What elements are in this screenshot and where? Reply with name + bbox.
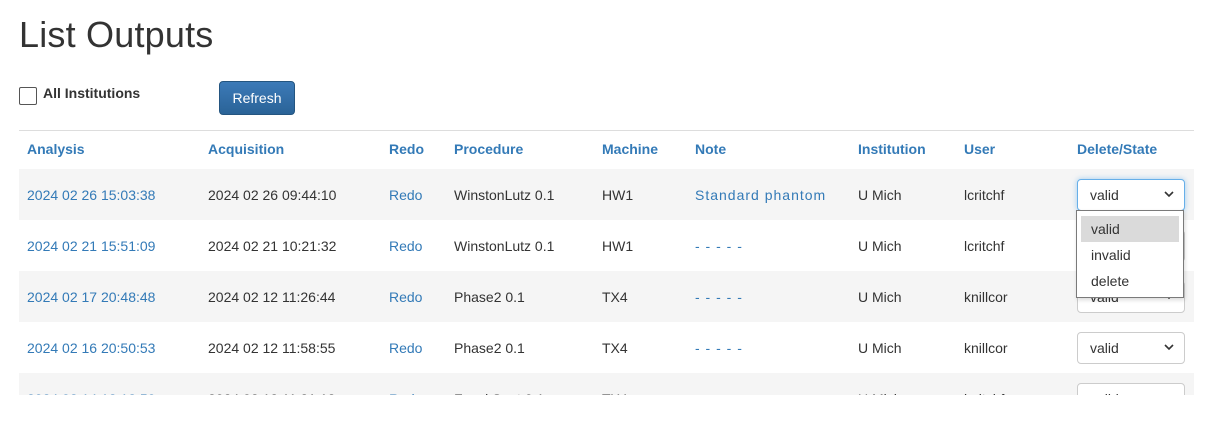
redo-link[interactable]: Redo [389, 340, 422, 356]
analysis-link[interactable]: 2024 02 17 20:48:48 [27, 289, 155, 305]
analysis-link[interactable]: 2024 02 16 20:50:53 [27, 340, 155, 356]
acquisition-time: 2024 02 12 11:31:18 [208, 391, 335, 396]
table-row: 2024 02 17 20:48:48 2024 02 12 11:26:44 Re… [19, 271, 1194, 322]
acquisition-time: 2024 02 21 10:21:32 [208, 237, 337, 254]
user-name: lcritchf [964, 391, 1004, 396]
note-link[interactable]: - - - - - [695, 391, 743, 396]
state-select-value: valid [1090, 339, 1119, 356]
header-institution[interactable]: Institution [850, 131, 956, 169]
procedure-name: WinstonLutz 0.1 [454, 186, 555, 203]
procedure-name: Focal Spot 0.1 [454, 391, 544, 396]
machine-name: TX4 [602, 288, 628, 305]
analysis-link[interactable]: 2024 02 26 15:03:38 [27, 187, 155, 203]
refresh-button[interactable]: Refresh [219, 81, 295, 115]
acquisition-time: 2024 02 26 09:44:10 [208, 186, 337, 203]
procedure-name: WinstonLutz 0.1 [454, 237, 555, 254]
note-link[interactable]: - - - - - [695, 340, 743, 356]
analysis-link[interactable]: 2024 02 21 15:51:09 [27, 238, 155, 254]
state-select[interactable]: valid [1077, 178, 1185, 211]
institution-name: U Mich [858, 288, 902, 305]
state-select-value: valid [1090, 391, 1119, 396]
dropdown-option-invalid[interactable]: invalid [1081, 242, 1179, 268]
header-analysis[interactable]: Analysis [19, 131, 200, 169]
machine-name: HW1 [602, 237, 634, 254]
table-row: 2024 02 21 15:51:09 2024 02 21 10:21:32 Re… [19, 220, 1194, 271]
state-select[interactable]: valid [1077, 331, 1185, 364]
redo-link[interactable]: Redo [389, 289, 422, 305]
institution-name: U Mich [858, 339, 902, 356]
page-title: List Outputs [19, 14, 214, 55]
all-institutions-label: All Institutions [43, 85, 141, 101]
header-redo[interactable]: Redo [381, 131, 446, 169]
header-acquisition[interactable]: Acquisition [200, 131, 381, 169]
outputs-table-container[interactable]: Analysis Acquisition Redo Procedure Mach… [19, 130, 1194, 395]
procedure-name: Phase2 0.1 [454, 339, 525, 356]
dropdown-option-valid[interactable]: valid [1081, 216, 1179, 242]
machine-name: TX4 [602, 339, 628, 356]
all-institutions-checkbox[interactable] [19, 87, 37, 105]
analysis-link[interactable]: 2024 02 14 12:13:50 [27, 391, 155, 396]
note-link[interactable]: - - - - - [695, 238, 743, 254]
user-name: lcritchf [964, 186, 1005, 203]
header-delete-state[interactable]: Delete/State [1069, 131, 1194, 169]
dropdown-option-delete[interactable]: delete [1081, 268, 1179, 294]
user-name: knillcor [964, 288, 1008, 305]
outputs-table: Analysis Acquisition Redo Procedure Mach… [19, 131, 1194, 395]
machine-name: HW1 [602, 186, 634, 203]
user-name: lcritchf [964, 237, 1005, 254]
redo-link[interactable]: Redo [389, 238, 422, 254]
list-outputs-page: List Outputs All Institutions Refresh An… [0, 0, 1232, 443]
redo-link[interactable]: Redo [389, 187, 422, 203]
acquisition-time: 2024 02 12 11:58:55 [208, 339, 336, 356]
state-dropdown-list[interactable]: valid invalid delete [1076, 210, 1184, 298]
state-select-value: valid [1090, 186, 1119, 203]
all-institutions-toggle[interactable]: All Institutions [19, 85, 141, 105]
header-user[interactable]: User [956, 131, 1069, 169]
state-select[interactable]: valid [1077, 382, 1185, 396]
institution-name: U Mich [858, 391, 902, 396]
header-note[interactable]: Note [687, 131, 850, 169]
procedure-name: Phase2 0.1 [454, 288, 525, 305]
user-name: knillcor [964, 339, 1008, 356]
table-row: 2024 02 16 20:50:53 2024 02 12 11:58:55 Re… [19, 322, 1194, 373]
note-link[interactable]: - - - - - [695, 289, 743, 305]
table-row: 2024 02 14 12:13:50 2024 02 12 11:31:18 Re… [19, 373, 1194, 395]
note-link[interactable]: Standard phantom [695, 187, 826, 203]
header-machine[interactable]: Machine [594, 131, 687, 169]
chevron-down-icon [1164, 190, 1174, 197]
institution-name: U Mich [858, 237, 902, 254]
acquisition-time: 2024 02 12 11:26:44 [208, 288, 336, 305]
header-procedure[interactable]: Procedure [446, 131, 594, 169]
table-header-row: Analysis Acquisition Redo Procedure Mach… [19, 131, 1194, 169]
chevron-down-icon [1165, 394, 1173, 395]
table-row: 2024 02 26 15:03:38 2024 02 26 09:44:10 Re… [19, 168, 1194, 220]
institution-name: U Mich [858, 186, 902, 203]
chevron-down-icon [1164, 343, 1174, 350]
redo-link[interactable]: Redo [389, 391, 422, 396]
machine-name: TX4 [602, 391, 628, 396]
